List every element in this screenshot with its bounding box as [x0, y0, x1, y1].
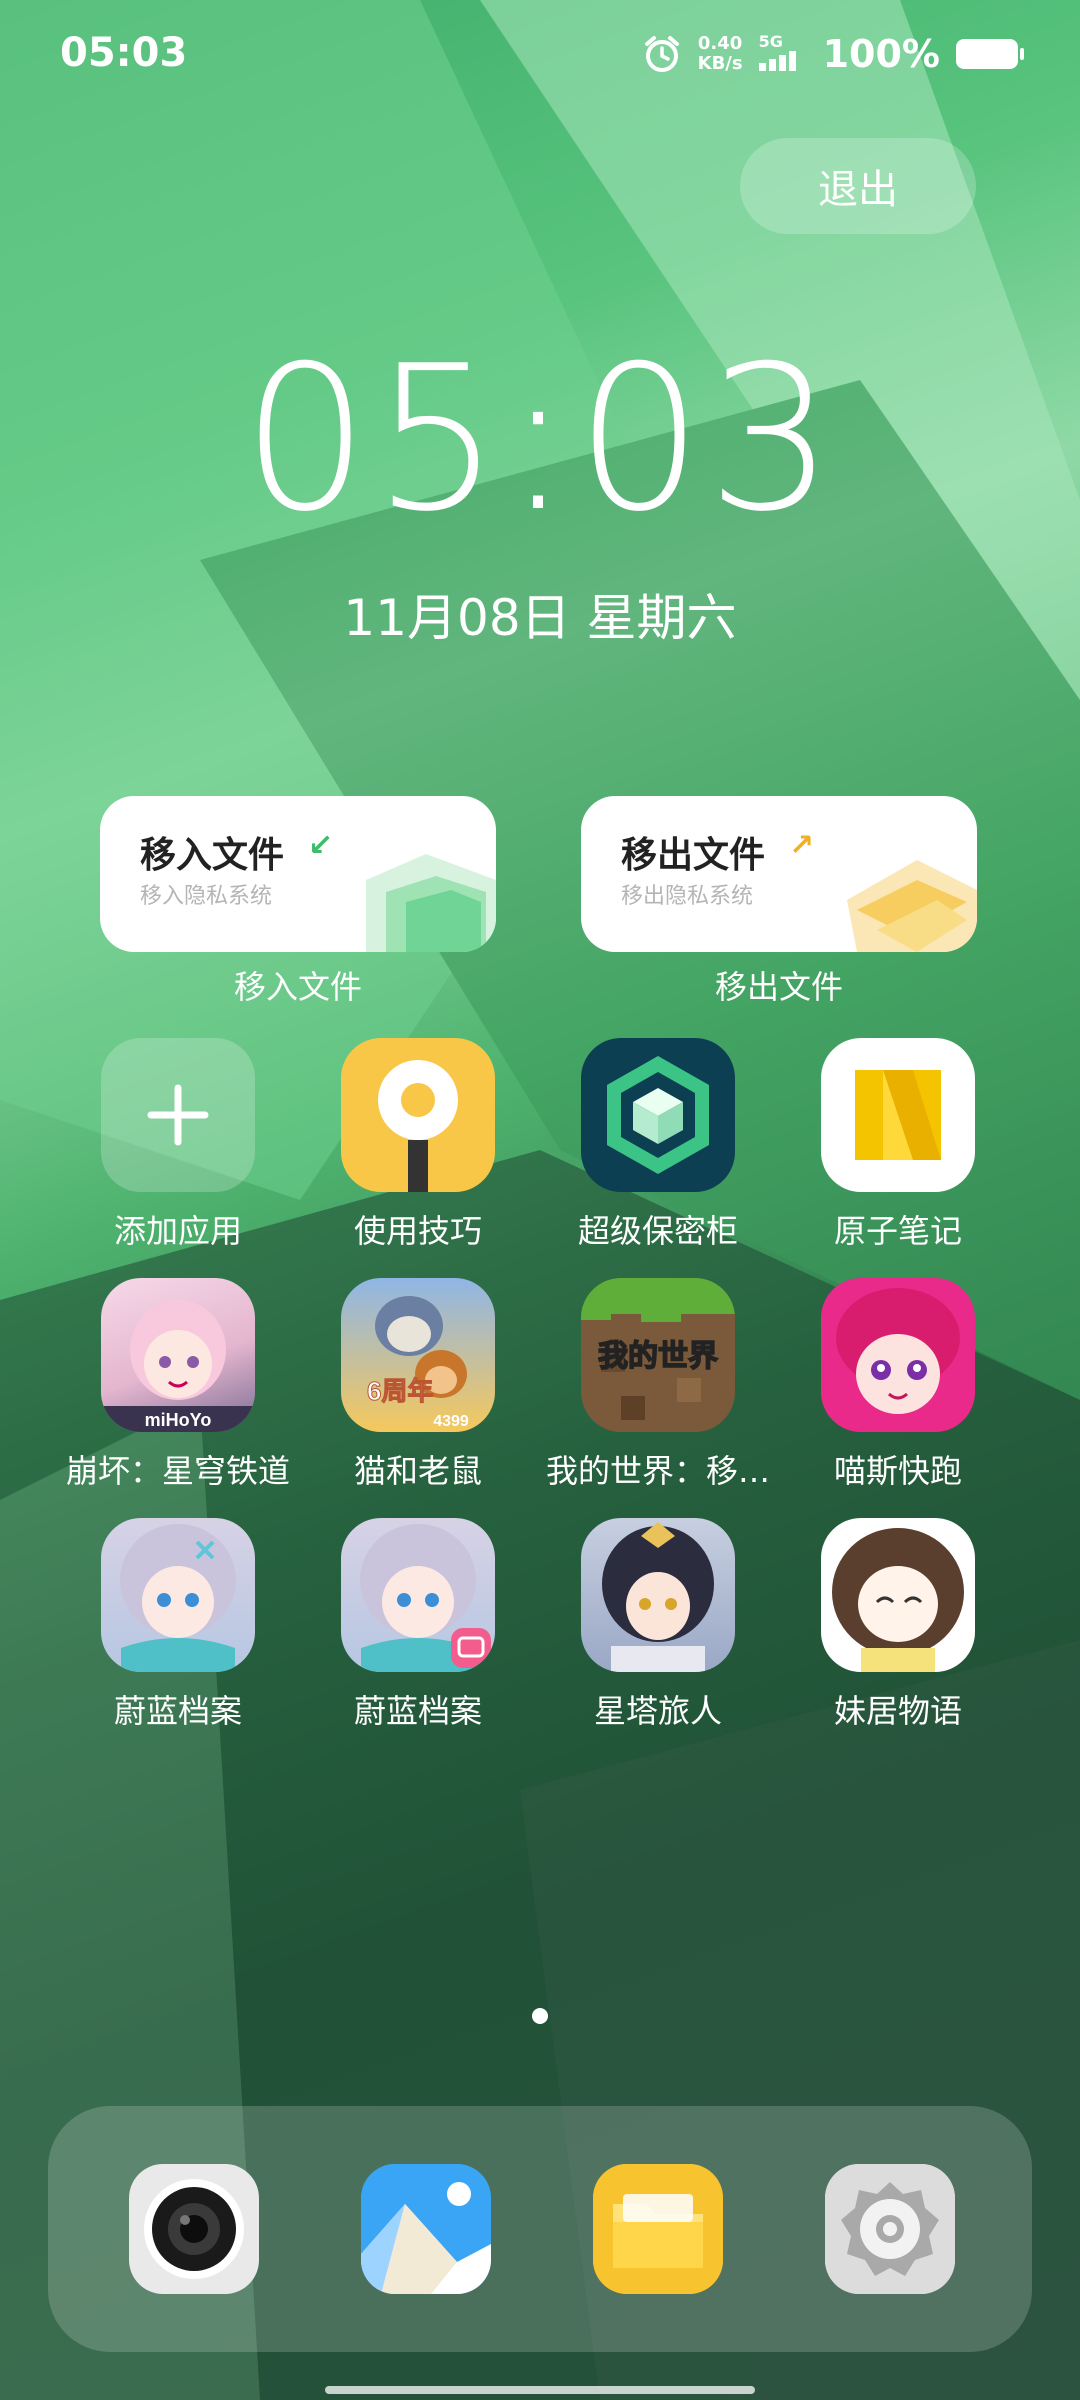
icon-badge-text-2: 4399 — [433, 1413, 469, 1430]
app-label: 蔚蓝档案 — [353, 1692, 482, 1730]
network-indicator: 5G — [758, 32, 807, 75]
gesture-navigation-bar[interactable] — [325, 2386, 755, 2394]
app-label: 超级保密柜 — [577, 1212, 738, 1250]
app-sister-life[interactable]: 妹居物语 — [778, 1518, 1018, 1732]
widget-title: 移出文件 — [621, 835, 766, 876]
arrow-down-left-icon: ↙ — [308, 828, 334, 863]
add-icon — [101, 1038, 255, 1192]
app-tips[interactable]: 使用技巧 — [298, 1038, 538, 1252]
icon-badge-text: 6周年 — [367, 1376, 433, 1406]
exit-button[interactable]: 退出 — [740, 138, 976, 234]
page-indicator-dot — [532, 2008, 548, 2024]
app-tom-and-jerry[interactable]: 6周年 4399 猫和老鼠 — [298, 1278, 538, 1492]
game-blue-archive-bili-icon — [341, 1518, 495, 1672]
status-bar: 05:03 0.40 KB/s 5G 100% — [0, 0, 1080, 110]
app-label: 使用技巧 — [353, 1212, 482, 1250]
app-blue-archive[interactable]: 蔚蓝档案 — [58, 1518, 298, 1732]
game-tom-jerry-icon: 6周年 4399 — [341, 1278, 495, 1432]
app-muse-dash[interactable]: 喵斯快跑 — [778, 1278, 1018, 1492]
envelope-illustration-icon — [847, 860, 977, 952]
widget-subtitle: 移出隐私系统 — [621, 884, 754, 909]
signal-icon — [758, 51, 796, 71]
app-label: 妹居物语 — [833, 1692, 962, 1730]
game-minecraft-icon: 我的世界 — [581, 1278, 735, 1432]
icon-badge-text: 我的世界 — [598, 1340, 718, 1373]
game-star-tower-icon — [581, 1518, 735, 1672]
clock-time: 05:03 — [241, 323, 839, 556]
gallery-icon[interactable] — [361, 2164, 491, 2294]
widget-subtitle: 移入隐私系统 — [140, 884, 273, 909]
alarm-icon — [644, 36, 679, 72]
widget-title: 移入文件 — [140, 835, 285, 876]
network-type: 5G — [758, 32, 783, 51]
cube-illustration-icon — [366, 854, 496, 952]
app-blue-archive-bilibili[interactable]: 蔚蓝档案 — [298, 1518, 538, 1732]
app-star-tower-traveler[interactable]: 星塔旅人 — [538, 1518, 778, 1732]
net-speed-value: 0.40 — [697, 33, 743, 54]
app-label: 添加应用 — [113, 1212, 242, 1250]
widget-caption-move-in: 移入文件 — [233, 968, 362, 1006]
game-sister-life-icon — [821, 1518, 975, 1672]
files-folder-icon[interactable] — [593, 2164, 723, 2294]
clock-date: 11月08日 星期六 — [343, 589, 737, 647]
battery-percent: 100% — [822, 32, 940, 76]
app-honkai-star-rail[interactable]: miHoYo 崩坏：星穹铁道 — [58, 1278, 298, 1492]
app-minecraft[interactable]: 我的世界 我的世界：移… — [538, 1278, 778, 1492]
settings-gear-icon[interactable] — [825, 2164, 955, 2294]
net-speed: 0.40 KB/s — [698, 34, 743, 74]
app-label: 喵斯快跑 — [833, 1452, 962, 1490]
app-label: 崩坏：星穹铁道 — [65, 1452, 290, 1490]
battery-icon — [956, 39, 1024, 69]
game-blue-archive-icon — [101, 1518, 255, 1672]
notes-n-icon — [821, 1038, 975, 1192]
app-vault[interactable]: 超级保密柜 — [538, 1038, 778, 1252]
status-right-cluster: 0.40 KB/s 5G 100% — [642, 32, 1024, 76]
app-label: 原子笔记 — [833, 1212, 962, 1250]
arrow-up-right-icon: ↗ — [789, 828, 815, 863]
move-in-widget[interactable]: 移入文件 ↙ 移入隐私系统 — [100, 796, 496, 952]
app-label: 我的世界：移… — [545, 1452, 770, 1490]
game-muse-dash-icon — [821, 1278, 975, 1432]
app-label: 星塔旅人 — [593, 1692, 722, 1730]
app-notes[interactable]: 原子笔记 — [778, 1038, 1018, 1252]
net-speed-unit: KB/s — [697, 53, 743, 74]
tips-bulb-icon — [341, 1038, 495, 1192]
vault-cube-icon — [581, 1038, 735, 1192]
move-out-widget[interactable]: 移出文件 ↗ 移出隐私系统 — [581, 796, 977, 952]
game-anime-girl-icon: miHoYo — [101, 1278, 255, 1432]
icon-badge-text: miHoYo — [145, 1410, 212, 1430]
camera-icon[interactable] — [129, 2164, 259, 2294]
app-label: 蔚蓝档案 — [113, 1692, 242, 1730]
app-label: 猫和老鼠 — [353, 1452, 482, 1490]
widget-caption-move-out: 移出文件 — [714, 968, 843, 1006]
status-time: 05:03 — [60, 30, 188, 76]
app-add[interactable]: 添加应用 — [58, 1038, 298, 1252]
